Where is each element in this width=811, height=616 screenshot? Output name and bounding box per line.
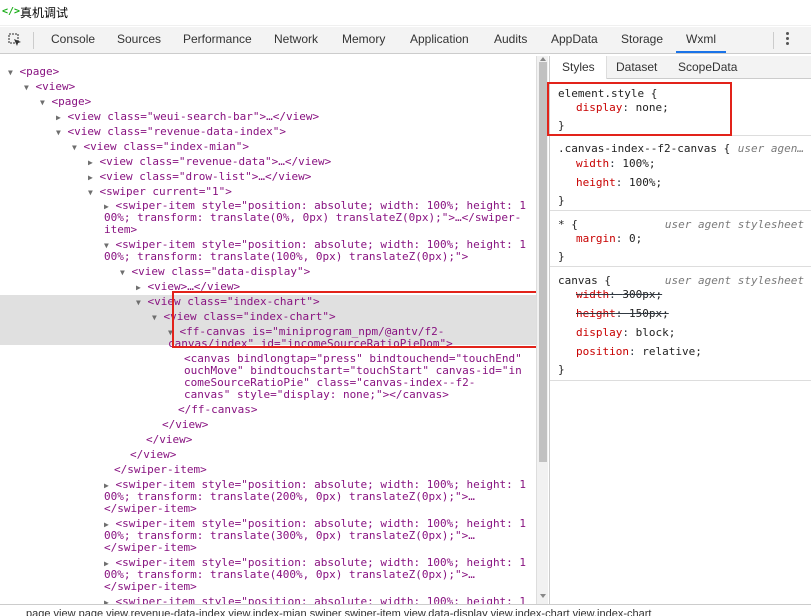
tree-node-view-close-2: </view> xyxy=(146,433,193,446)
tree-node-swiper-item-close: </swiper-item> xyxy=(114,463,207,476)
breadcrumb-path[interactable]: page view page view.revenue-data-index v… xyxy=(26,608,651,616)
styles-panel: Styles Dataset ScopeData element.style {… xyxy=(549,56,811,604)
tree-node-swiper-item-5[interactable]: ▶ <swiper-item style="position: absolute… xyxy=(104,596,526,605)
tree-node-swiper-item-1-cont: 00%; transform: translate(100%, 0px) tra… xyxy=(104,250,469,263)
expand-triangle-icon[interactable]: ▼ xyxy=(136,298,141,307)
rule-property[interactable]: width: 100%; xyxy=(576,158,656,170)
breadcrumb: page view page view.revenue-data-index v… xyxy=(0,604,811,616)
tree-node-swiper-item-4-end: </swiper-item> xyxy=(104,580,197,593)
selected-canvas-highlight-box xyxy=(172,291,543,348)
style-rule-canvas: canvas { user agent stylesheet width: 30… xyxy=(550,267,811,381)
subtab-styles[interactable]: Styles xyxy=(562,60,595,74)
tab-appdata[interactable]: AppData xyxy=(551,32,598,46)
collapse-triangle-icon[interactable]: ▶ xyxy=(136,283,141,292)
code-icon: </> xyxy=(2,6,21,17)
tree-node-drow-list[interactable]: ▶ <view class="drow-list">…</view> xyxy=(88,171,311,184)
tree-node-swiper-item-3-end: </swiper-item> xyxy=(104,541,197,554)
tree-scrollbar[interactable] xyxy=(536,56,548,604)
expand-triangle-icon[interactable]: ▼ xyxy=(120,268,125,277)
scroll-up-arrow-icon[interactable] xyxy=(540,57,546,61)
element-style-highlight-box xyxy=(547,82,732,136)
tab-application[interactable]: Application xyxy=(410,32,469,46)
active-tab-indicator xyxy=(676,51,726,53)
subtab-scopedata[interactable]: ScopeData xyxy=(678,60,737,74)
rule-property[interactable]: margin: 0; xyxy=(576,233,642,245)
tree-node-data-display[interactable]: ▼ <view class="data-display"> xyxy=(120,266,310,279)
tree-node-revenue-data-index[interactable]: ▼ <view class="revenue-data-index"> xyxy=(56,126,286,139)
tree-node-canvas-cont-3: canvas" style="display: none;"></canvas> xyxy=(184,388,449,401)
expand-triangle-icon[interactable]: ▼ xyxy=(40,98,45,107)
collapse-triangle-icon[interactable]: ▶ xyxy=(104,559,109,568)
rule-selector: * { xyxy=(558,218,578,231)
more-options-icon[interactable] xyxy=(786,32,790,48)
rule-source: user agent stylesheet xyxy=(664,274,804,287)
collapse-triangle-icon[interactable]: ▶ xyxy=(88,158,93,167)
collapse-triangle-icon[interactable]: ▶ xyxy=(104,202,109,211)
tree-node-page[interactable]: ▼ <page> xyxy=(8,66,59,79)
tree-node-ff-canvas-close: </ff-canvas> xyxy=(178,403,258,416)
rule-close: } xyxy=(558,250,565,263)
expand-triangle-icon[interactable]: ▼ xyxy=(152,313,157,322)
tree-node-view-close-1: </view> xyxy=(162,418,209,431)
inspect-element-icon[interactable] xyxy=(8,33,22,47)
expand-triangle-icon[interactable]: ▼ xyxy=(8,68,13,77)
subtab-dataset[interactable]: Dataset xyxy=(616,60,657,74)
tree-node-revenue-data[interactable]: ▶ <view class="revenue-data">…</view> xyxy=(88,156,331,169)
tree-node-view[interactable]: ▼ <view> xyxy=(24,81,75,94)
style-rule-universal: * { user agent stylesheet margin: 0; } xyxy=(550,211,811,267)
rule-selector: canvas { xyxy=(558,274,611,287)
scroll-down-arrow-icon[interactable] xyxy=(540,594,546,598)
tree-node-index-mian[interactable]: ▼ <view class="index-mian"> xyxy=(72,141,249,154)
style-rule-canvas-index: .canvas-index--f2-canvas { user agen… wi… xyxy=(550,136,811,211)
tab-memory[interactable]: Memory xyxy=(342,32,385,46)
tab-console[interactable]: Console xyxy=(51,32,95,46)
tree-node-swiper[interactable]: ▼ <swiper current="1"> xyxy=(88,186,232,199)
collapse-triangle-icon[interactable]: ▶ xyxy=(104,520,109,529)
rule-close: } xyxy=(558,194,565,207)
devtools-toolbar: Console Sources Performance Network Memo… xyxy=(0,27,811,54)
rule-property-overridden[interactable]: width: 300px; xyxy=(576,289,662,301)
title-bar: </> 真机调试 xyxy=(0,0,811,26)
tab-network[interactable]: Network xyxy=(274,32,318,46)
expand-triangle-icon[interactable]: ▼ xyxy=(104,241,109,250)
tree-node-page-inner[interactable]: ▼ <page> xyxy=(40,96,91,109)
window-title: 真机调试 xyxy=(20,6,69,20)
expand-triangle-icon[interactable]: ▼ xyxy=(24,83,29,92)
collapse-triangle-icon[interactable]: ▶ xyxy=(56,113,61,122)
collapse-triangle-icon[interactable]: ▶ xyxy=(88,173,93,182)
rule-selector: .canvas-index--f2-canvas { xyxy=(558,142,731,155)
tree-scrollbar-thumb[interactable] xyxy=(539,62,547,462)
expand-triangle-icon[interactable]: ▼ xyxy=(72,143,77,152)
rule-property-overridden[interactable]: height: 150px; xyxy=(576,308,669,320)
tree-node-search-bar[interactable]: ▶ <view class="weui-search-bar">…</view> xyxy=(56,111,319,124)
collapse-triangle-icon[interactable]: ▶ xyxy=(104,481,109,490)
toolbar-divider-right xyxy=(773,32,774,49)
tab-audits[interactable]: Audits xyxy=(494,32,527,46)
expand-triangle-icon[interactable]: ▼ xyxy=(56,128,61,137)
rule-source: user agent stylesheet xyxy=(664,218,804,231)
tree-node-view-close-3: </view> xyxy=(130,448,177,461)
tab-storage[interactable]: Storage xyxy=(621,32,663,46)
rule-source[interactable]: user agen… xyxy=(738,143,804,155)
rule-property[interactable]: height: 100%; xyxy=(576,177,662,189)
styles-subtabs: Styles Dataset ScopeData xyxy=(550,56,811,79)
tab-sources[interactable]: Sources xyxy=(117,32,161,46)
tree-node-swiper-item-0-cont: 00%; transform: translate(0%, 0px) trans… xyxy=(104,211,522,224)
tree-node-swiper-item-0-end: item> xyxy=(104,223,138,236)
tree-node-swiper-item-2-end: </swiper-item> xyxy=(104,502,197,515)
tab-performance[interactable]: Performance xyxy=(183,32,252,46)
rule-property[interactable]: display: block; xyxy=(576,327,675,339)
rule-close: } xyxy=(558,363,565,376)
tab-wxml[interactable]: Wxml xyxy=(686,32,716,46)
rule-property[interactable]: position: relative; xyxy=(576,346,702,358)
expand-triangle-icon[interactable]: ▼ xyxy=(88,188,93,197)
toolbar-divider xyxy=(33,32,34,49)
